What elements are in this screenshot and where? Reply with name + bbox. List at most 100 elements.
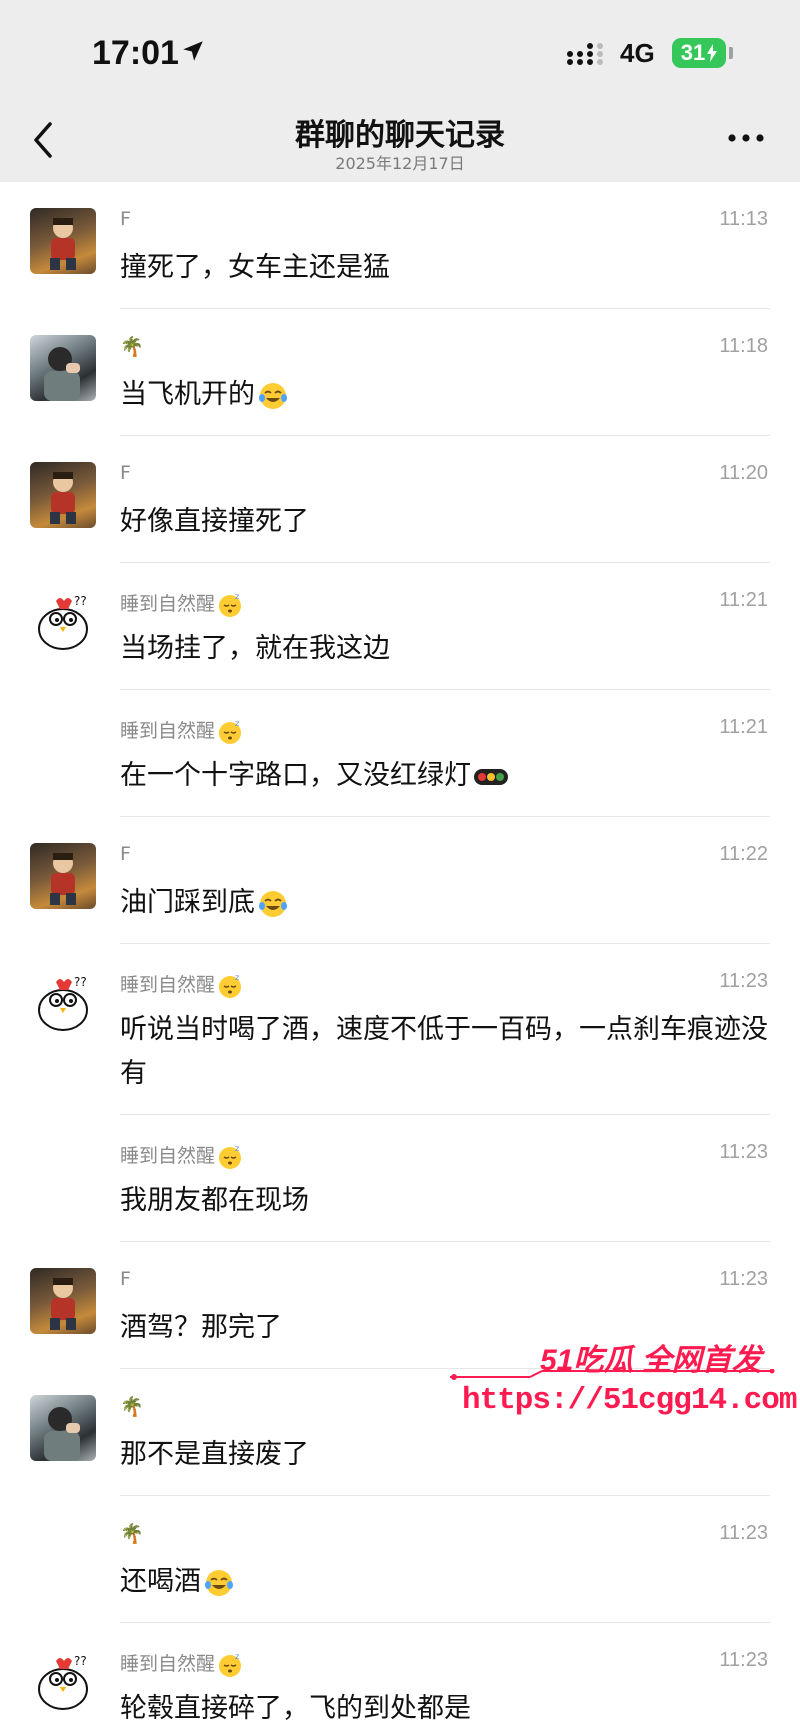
message-text: 撞死了，女车主还是猛 <box>120 246 770 290</box>
message-time: 11:22 <box>719 843 768 865</box>
message-time: 11:21 <box>719 589 768 611</box>
svg-text:z: z <box>235 973 239 982</box>
message-text: 听说当时喝了酒，速度不低于一百码，一点刹车痕迹没有 <box>120 1008 770 1096</box>
svg-text:??: ?? <box>74 975 87 989</box>
avatar[interactable]: ?? <box>30 970 96 1036</box>
battery-cap <box>729 47 733 59</box>
sender-name-text: F <box>120 1268 131 1290</box>
sender-name: F <box>120 462 131 484</box>
avatar[interactable] <box>30 1395 96 1461</box>
sender-name: 睡到自然醒 z <box>120 1141 243 1170</box>
location-arrow-icon <box>183 41 203 61</box>
chat-message[interactable]: F 11:22 油门踩到底 <box>0 817 800 944</box>
message-text: 还喝酒 <box>120 1560 770 1604</box>
message-text-content: 听说当时喝了酒，速度不低于一百码，一点刹车痕迹没有 <box>120 1014 768 1089</box>
chat-message[interactable]: ?? 睡到自然醒 z 11:23 听说当时喝了酒，速度不低于一百码，一点刹车痕迹没有 <box>0 944 800 1115</box>
message-text: 当飞机开的 <box>120 373 770 417</box>
message-text: 我朋友都在现场 <box>120 1179 770 1223</box>
sender-name: 睡到自然醒 z <box>120 589 243 618</box>
message-text-content: 当场挂了，就在我这边 <box>120 633 390 664</box>
chat-message[interactable]: ?? 睡到自然醒 z 11:21 当场挂了，就在我这边 <box>0 563 800 690</box>
sender-name: 🌴 <box>120 1395 144 1418</box>
message-text: 在一个十字路口，又没红绿灯 <box>120 754 770 798</box>
sender-name-text: F <box>120 462 131 484</box>
battery-indicator: 31 <box>672 38 726 68</box>
avatar[interactable] <box>30 335 96 401</box>
message-text: 轮毂直接碎了，飞的到处都是 <box>120 1687 770 1731</box>
message-text-content: 油门踩到底 <box>120 887 255 918</box>
svg-text:??: ?? <box>74 1654 87 1668</box>
more-options-icon[interactable] <box>726 128 766 148</box>
rolling-laughing-icon <box>259 382 287 409</box>
avatar[interactable] <box>30 208 96 274</box>
sender-name: F <box>120 208 131 230</box>
chat-message[interactable]: 🌴 11:23 还喝酒 <box>0 1496 800 1623</box>
status-time: 17:01 <box>92 34 179 72</box>
message-text-content: 我朋友都在现场 <box>120 1185 309 1216</box>
sender-name: 🌴 <box>120 1522 144 1545</box>
battery-level: 31 <box>680 40 706 65</box>
page-subtitle-date: 2025年12月17日 <box>335 154 465 173</box>
message-text-content: 还喝酒 <box>120 1566 201 1597</box>
chat-message[interactable]: F 11:13 撞死了，女车主还是猛 <box>0 182 800 309</box>
message-text-content: 好像直接撞死了 <box>120 506 309 537</box>
sender-name-text: 🌴 <box>120 336 144 358</box>
sender-name: 睡到自然醒 z <box>120 716 243 745</box>
sender-name: F <box>120 1268 131 1290</box>
sender-name-text: 🌴 <box>120 1523 144 1545</box>
chat-message[interactable]: F 11:20 好像直接撞死了 <box>0 436 800 563</box>
chat-message[interactable]: 睡到自然醒 z 11:23 我朋友都在现场 <box>0 1115 800 1242</box>
sender-name: 睡到自然醒 z <box>120 970 243 999</box>
chat-message[interactable]: ?? 睡到自然醒 z 11:23 轮毂直接碎了，飞的到处都是 <box>0 1623 800 1736</box>
sender-name-text: F <box>120 208 131 230</box>
sleeping-face-icon: z <box>219 973 242 998</box>
sleeping-face-icon: z <box>219 719 242 744</box>
message-text-content: 在一个十字路口，又没红绿灯 <box>120 760 471 791</box>
message-text: 当场挂了，就在我这边 <box>120 627 770 671</box>
avatar[interactable]: ?? <box>30 1649 96 1715</box>
svg-text:z: z <box>235 1144 239 1153</box>
sender-name: 🌴 <box>120 335 144 358</box>
message-text: 好像直接撞死了 <box>120 500 770 544</box>
traffic-light-icon <box>474 768 508 785</box>
sender-name: F <box>120 843 131 865</box>
chat-record-list[interactable]: F 11:13 撞死了，女车主还是猛 🌴 11:18 当飞机开的 F 11:20 好像直接撞死了… <box>0 182 800 1736</box>
message-text-content: 当飞机开的 <box>120 379 255 410</box>
message-text-content: 撞死了，女车主还是猛 <box>120 252 390 283</box>
sender-name-text: F <box>120 843 131 865</box>
sleeping-face-icon: z <box>219 1144 242 1169</box>
message-text: 那不是直接废了 <box>120 1433 770 1477</box>
message-text: 油门踩到底 <box>120 881 770 925</box>
sleeping-face-icon: z <box>219 1652 242 1677</box>
sender-name-text: 睡到自然醒 <box>120 593 216 615</box>
message-time: 11:20 <box>719 462 768 484</box>
avatar[interactable] <box>30 843 96 909</box>
sender-name: 睡到自然醒 z <box>120 1649 243 1678</box>
svg-text:z: z <box>235 1652 239 1661</box>
rolling-laughing-icon <box>259 890 287 917</box>
message-text-content: 轮毂直接碎了，飞的到处都是 <box>120 1693 471 1724</box>
sender-name-text: 睡到自然醒 <box>120 1653 216 1675</box>
chat-message[interactable]: 🌴 11:18 当飞机开的 <box>0 309 800 436</box>
message-time: 11:18 <box>719 335 768 357</box>
message-time: 11:23 <box>719 1268 768 1290</box>
sender-name-text: 睡到自然醒 <box>120 720 216 742</box>
message-text-content: 酒驾？那完了 <box>120 1312 282 1343</box>
avatar[interactable]: ?? <box>30 589 96 655</box>
signal-icon <box>567 43 603 65</box>
sender-name-text: 睡到自然醒 <box>120 974 216 996</box>
chat-message[interactable]: 睡到自然醒 z 11:21 在一个十字路口，又没红绿灯 <box>0 690 800 817</box>
avatar[interactable] <box>30 1268 96 1334</box>
svg-text:??: ?? <box>74 594 87 608</box>
watermark: 51吃瓜 全网首发 https://51cgg14.com <box>450 1335 797 1425</box>
page-title: 群聊的聊天记录 <box>295 118 505 153</box>
svg-text:z: z <box>235 719 239 728</box>
message-text-content: 那不是直接废了 <box>120 1439 309 1470</box>
watermark-url: https://51cgg14.com <box>462 1383 797 1418</box>
network-type: 4G <box>620 38 655 68</box>
svg-text:z: z <box>235 592 239 601</box>
sleeping-face-icon: z <box>219 592 242 617</box>
message-time: 11:13 <box>719 208 768 230</box>
message-time: 11:23 <box>719 970 768 992</box>
avatar[interactable] <box>30 462 96 528</box>
